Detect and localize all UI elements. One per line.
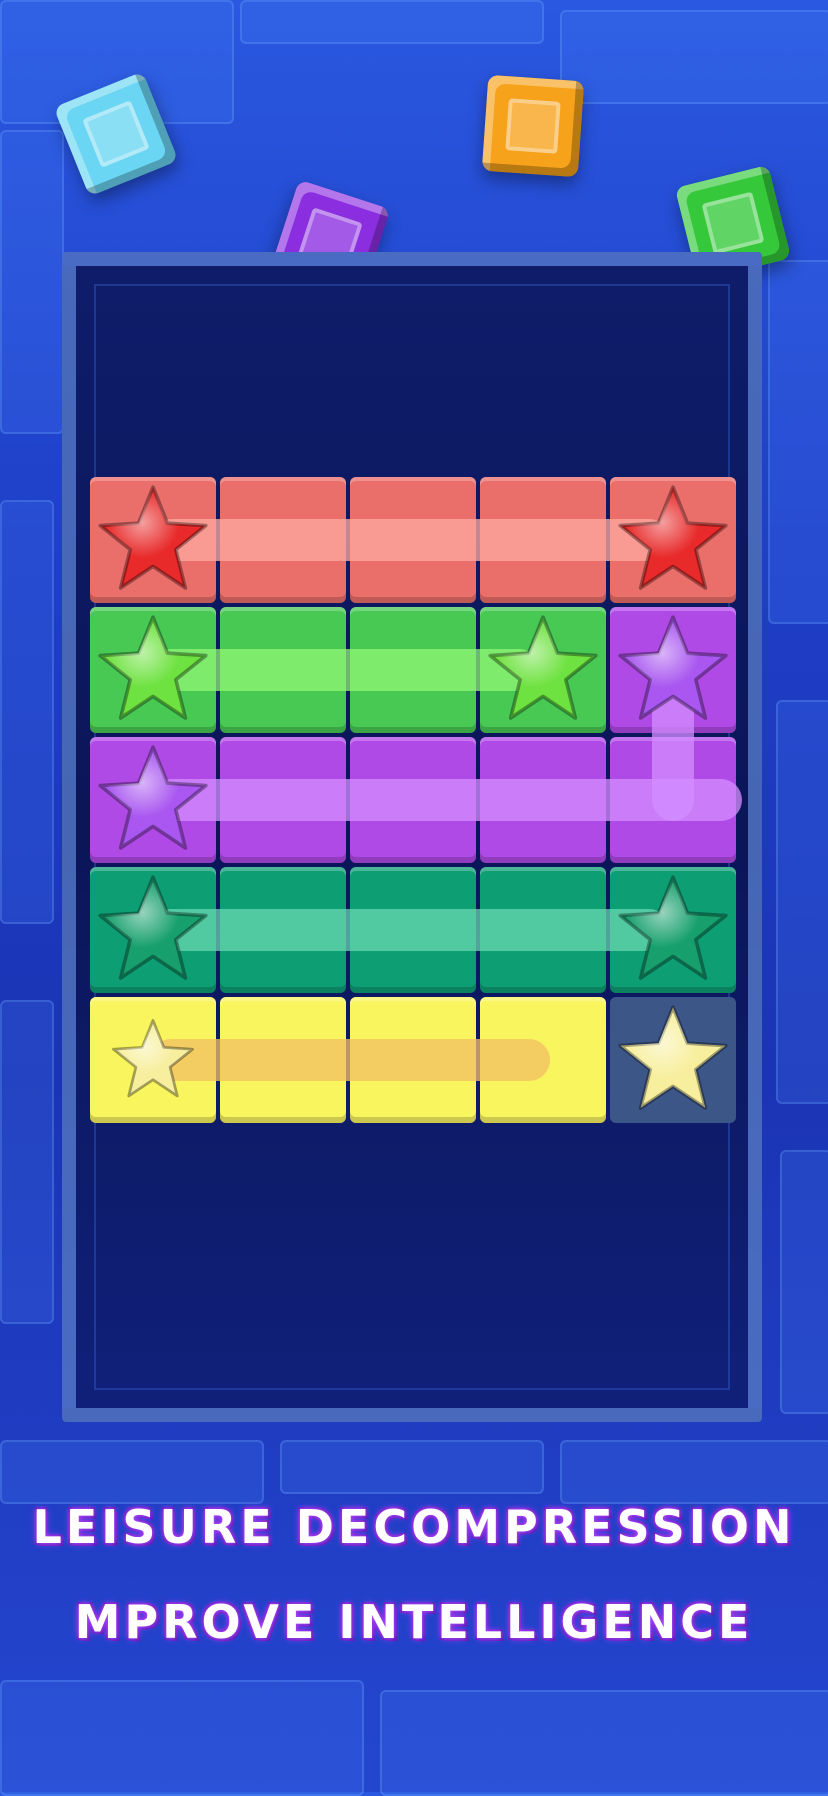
block-grid — [90, 477, 742, 1123]
connection-path — [150, 1039, 550, 1081]
green-star-icon[interactable] — [93, 610, 213, 730]
caption-leisure: LEISURE DECOMPRESSION — [32, 1500, 796, 1554]
teal-star-icon[interactable] — [613, 870, 733, 990]
connection-path — [150, 909, 670, 951]
cyan-cube-icon — [53, 71, 179, 197]
yellow-star-icon[interactable] — [613, 1000, 733, 1120]
yellow-star-icon[interactable] — [108, 1015, 198, 1105]
teal-star-icon[interactable] — [93, 870, 213, 990]
caption-intelligence: MPROVE INTELLIGENCE — [74, 1595, 754, 1649]
green-star-icon[interactable] — [483, 610, 603, 730]
purple-star-icon[interactable] — [613, 610, 733, 730]
red-star-icon[interactable] — [93, 480, 213, 600]
orange-cube-icon — [481, 74, 585, 178]
purple-star-icon[interactable] — [93, 740, 213, 860]
connection-path — [150, 519, 670, 561]
red-star-icon[interactable] — [613, 480, 733, 600]
